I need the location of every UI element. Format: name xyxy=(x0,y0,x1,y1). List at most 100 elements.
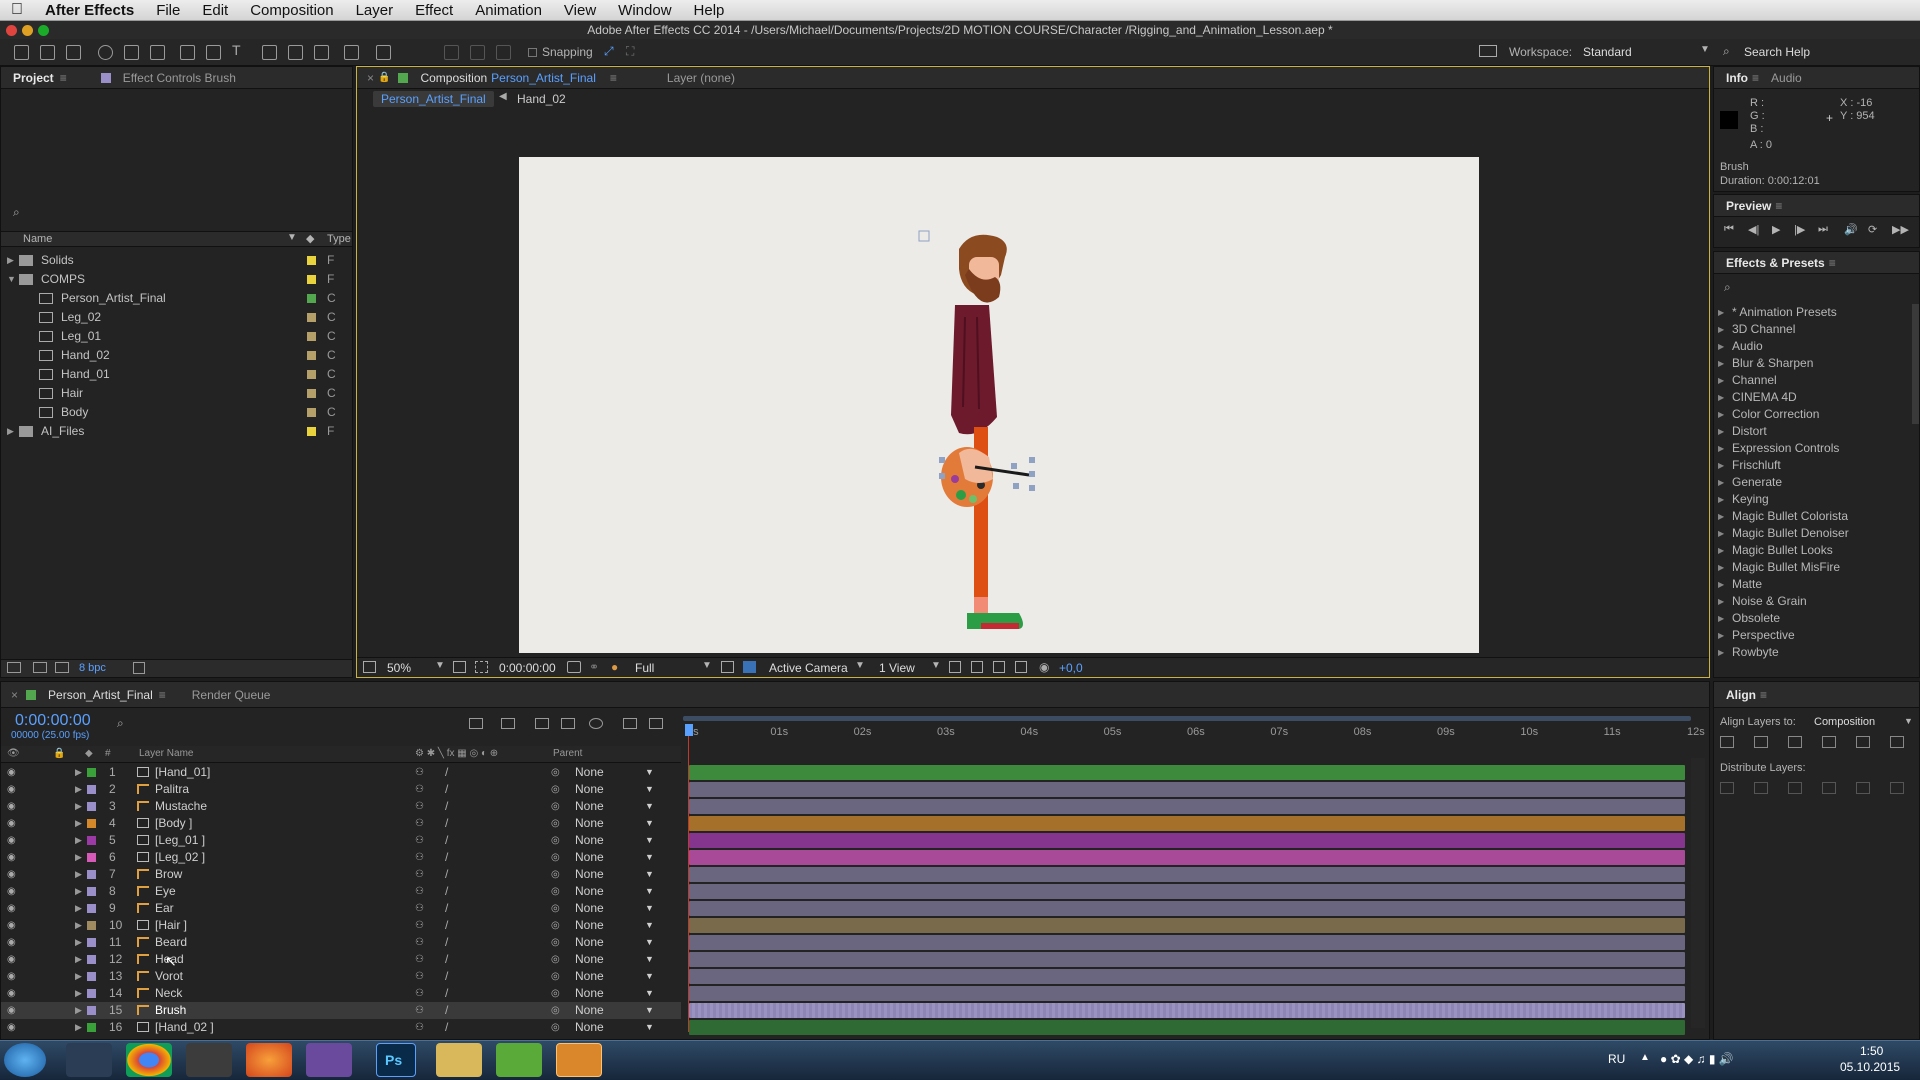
frame-blending-icon[interactable] xyxy=(561,718,575,729)
apple-icon[interactable]:  xyxy=(0,1,34,19)
preview-menu-icon[interactable]: ≡ xyxy=(1775,199,1782,213)
shy-switch-icon[interactable]: ⚇ xyxy=(415,968,424,985)
resolution-dropdown-icon[interactable]: ▼ xyxy=(702,660,712,671)
layer-row[interactable]: ◉ ▶ 16 [Hand_02 ] ⚇ / ◎ None ▼ xyxy=(1,1019,681,1036)
shy-switch-icon[interactable]: ⚇ xyxy=(415,951,424,968)
effects-category[interactable]: Color Correction xyxy=(1714,406,1910,423)
effects-category[interactable]: Magic Bullet Looks xyxy=(1714,542,1910,559)
project-item[interactable]: Leg_01 C xyxy=(1,327,341,346)
layer-label-swatch[interactable] xyxy=(87,904,96,913)
first-frame-icon[interactable]: ⏮ xyxy=(1724,223,1734,236)
layer-name[interactable]: Brow xyxy=(155,866,182,883)
twirl-right-icon[interactable]: ▶ xyxy=(75,1019,82,1036)
quality-switch-icon[interactable]: / xyxy=(445,832,448,849)
snapping-checkbox[interactable] xyxy=(528,48,537,57)
parent-dropdown-icon[interactable]: ▼ xyxy=(645,849,654,866)
shy-switch-icon[interactable]: ⚇ xyxy=(415,781,424,798)
tray-icons[interactable]: ● ✿ ◆ ♫ ▮ 🔊 xyxy=(1660,1052,1734,1066)
parent-pickwhip-icon[interactable]: ◎ xyxy=(551,1002,560,1019)
type-tool-icon[interactable]: T xyxy=(232,42,247,58)
label-swatch[interactable] xyxy=(307,275,316,284)
visibility-eye-icon[interactable]: ◉ xyxy=(7,781,16,798)
parent-pickwhip-icon[interactable]: ◎ xyxy=(551,815,560,832)
layer-label-swatch[interactable] xyxy=(87,938,96,947)
twirl-right-icon[interactable]: ▶ xyxy=(75,917,82,934)
layer-row[interactable]: ◉ ▶ 2 Palitra ⚇ / ◎ None ▼ xyxy=(1,781,681,798)
effects-category[interactable]: * Animation Presets xyxy=(1714,304,1910,321)
layer-row[interactable]: ◉ ▶ 9 Ear ⚇ / ◎ None ▼ xyxy=(1,900,681,917)
parent-dropdown-icon[interactable]: ▼ xyxy=(645,951,654,968)
label-column-header-icon[interactable]: ◆ xyxy=(85,748,93,759)
parent-dropdown-icon[interactable]: ▼ xyxy=(645,917,654,934)
taskbar-utorrent-icon[interactable] xyxy=(496,1043,542,1077)
parent-select[interactable]: None xyxy=(575,968,604,985)
layer-duration-bar[interactable] xyxy=(689,918,1685,933)
parent-pickwhip-icon[interactable]: ◎ xyxy=(551,781,560,798)
effects-category[interactable]: Keying xyxy=(1714,491,1910,508)
label-swatch[interactable] xyxy=(307,408,316,417)
workspace-dropdown-icon[interactable]: ▼ xyxy=(1700,44,1710,55)
language-indicator[interactable]: RU xyxy=(1608,1052,1625,1066)
parent-pickwhip-icon[interactable]: ◎ xyxy=(551,985,560,1002)
project-item[interactable]: Person_Artist_Final C xyxy=(1,289,341,308)
lock-icon[interactable]: 🔒 xyxy=(378,72,390,83)
layer-duration-bar[interactable] xyxy=(689,816,1685,831)
effects-category[interactable]: Blur & Sharpen xyxy=(1714,355,1910,372)
shy-switch-icon[interactable]: ⚇ xyxy=(415,1002,424,1019)
audio-icon[interactable]: 🔊 xyxy=(1844,223,1858,236)
trash-icon[interactable] xyxy=(133,662,145,674)
effects-category[interactable]: Noise & Grain xyxy=(1714,593,1910,610)
taskbar-app-icon[interactable] xyxy=(186,1043,232,1077)
minimize-window-icon[interactable] xyxy=(22,25,33,36)
parent-select[interactable]: None xyxy=(575,832,604,849)
quality-switch-icon[interactable]: / xyxy=(445,968,448,985)
rotate-tool-icon[interactable] xyxy=(98,45,113,60)
effects-category[interactable]: 3D Channel xyxy=(1714,321,1910,338)
menu-animation[interactable]: Animation xyxy=(464,2,553,19)
menu-composition[interactable]: Composition xyxy=(239,2,344,19)
twirl-right-icon[interactable]: ▶ xyxy=(75,866,82,883)
parent-pickwhip-icon[interactable]: ◎ xyxy=(551,866,560,883)
layer-label-swatch[interactable] xyxy=(87,785,96,794)
taskbar-firefox-icon[interactable] xyxy=(246,1043,292,1077)
quality-switch-icon[interactable]: / xyxy=(445,781,448,798)
project-item[interactable]: Body C xyxy=(1,403,341,422)
comp-mini-flowchart-icon[interactable] xyxy=(469,718,483,729)
menu-layer[interactable]: Layer xyxy=(345,2,405,19)
layer-name[interactable]: [Body ] xyxy=(155,815,192,832)
magnification-select[interactable]: 50% xyxy=(387,661,411,675)
parent-dropdown-icon[interactable]: ▼ xyxy=(645,968,654,985)
layer-duration-bar[interactable] xyxy=(689,952,1685,967)
show-snapshot-icon[interactable]: ⚭ xyxy=(589,660,599,674)
twirl-right-icon[interactable]: ▶ xyxy=(7,251,14,270)
effects-category[interactable]: Magic Bullet MisFire xyxy=(1714,559,1910,576)
comp-panel-menu-icon[interactable]: ≡ xyxy=(610,71,617,85)
column-name[interactable]: Name xyxy=(23,233,52,245)
resolution-select[interactable]: Full xyxy=(635,661,654,675)
parent-dropdown-icon[interactable]: ▼ xyxy=(645,985,654,1002)
loop-icon[interactable]: ⟳ xyxy=(1868,223,1877,236)
hand-tool-icon[interactable] xyxy=(40,45,55,60)
effects-category[interactable]: Frischluft xyxy=(1714,457,1910,474)
tab-layer[interactable]: Layer (none) xyxy=(655,67,747,89)
layer-label-swatch[interactable] xyxy=(87,819,96,828)
align-menu-icon[interactable]: ≡ xyxy=(1760,688,1767,702)
draft-3d-icon[interactable] xyxy=(501,718,515,729)
quality-switch-icon[interactable]: / xyxy=(445,764,448,781)
roto-brush-tool-icon[interactable] xyxy=(344,45,359,60)
parent-pickwhip-icon[interactable]: ◎ xyxy=(551,764,560,781)
parent-dropdown-icon[interactable]: ▼ xyxy=(645,900,654,917)
parent-select[interactable]: None xyxy=(575,917,604,934)
quality-switch-icon[interactable]: / xyxy=(445,900,448,917)
visibility-eye-icon[interactable]: ◉ xyxy=(7,1019,16,1036)
effects-category[interactable]: Expression Controls xyxy=(1714,440,1910,457)
puppet-starch-tool-icon[interactable] xyxy=(470,45,485,60)
snap-edges-icon[interactable]: ⤢ xyxy=(604,44,614,59)
shy-switch-icon[interactable]: ⚇ xyxy=(415,764,424,781)
label-swatch[interactable] xyxy=(307,427,316,436)
layer-row[interactable]: ◉ ▶ 14 Neck ⚇ / ◎ None ▼ xyxy=(1,985,681,1002)
region-of-interest-icon[interactable] xyxy=(721,661,734,673)
layer-row[interactable]: ◉ ▶ 11 Beard ⚇ / ◎ None ▼ xyxy=(1,934,681,951)
tab-effect-controls[interactable]: Effect Controls Brush xyxy=(111,67,248,89)
parent-dropdown-icon[interactable]: ▼ xyxy=(645,815,654,832)
